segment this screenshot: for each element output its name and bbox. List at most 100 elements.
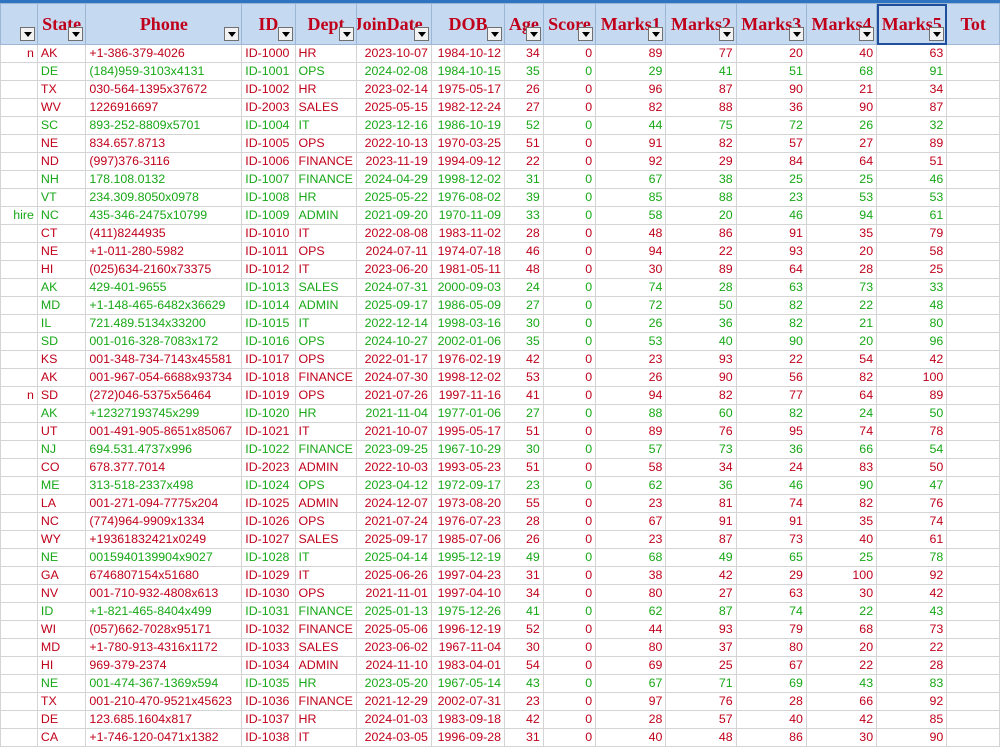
cell-marks5[interactable]: 100	[876, 368, 948, 387]
cell-dob[interactable]: 1975-05-17	[430, 80, 506, 99]
cell-marks4[interactable]: 94	[805, 206, 878, 225]
cell-phone[interactable]: 178.108.0132	[85, 170, 243, 189]
cell-score[interactable]: 0	[542, 440, 597, 459]
cell-marks1[interactable]: 30	[595, 260, 667, 279]
cell-name[interactable]	[0, 98, 38, 117]
cell-joindate[interactable]: 2024-01-03	[356, 710, 432, 729]
cell-state[interactable]: MD	[36, 638, 87, 657]
cell-phone[interactable]: 694.531.4737x996	[85, 440, 243, 459]
cell-id[interactable]: ID-1038	[241, 728, 296, 747]
column-header-marks3[interactable]: Marks3	[735, 3, 807, 45]
cell-phone[interactable]: (025)634-2160x73375	[85, 260, 243, 279]
cell-age[interactable]: 42	[504, 710, 544, 729]
cell-marks4[interactable]: 25	[805, 548, 878, 567]
cell-marks3[interactable]: 46	[735, 206, 807, 225]
cell-marks5[interactable]: 78	[876, 422, 948, 441]
cell-dob[interactable]: 1996-09-28	[430, 728, 506, 747]
cell-dept[interactable]: ADMIN	[294, 458, 358, 477]
cell-age[interactable]: 30	[504, 314, 544, 333]
cell-score[interactable]: 0	[542, 494, 597, 513]
cell-marks4[interactable]: 43	[805, 674, 878, 693]
cell-score[interactable]: 0	[542, 116, 597, 135]
cell-joindate[interactable]: 2024-07-30	[356, 368, 432, 387]
cell-marks3[interactable]: 63	[735, 278, 807, 297]
cell-dob[interactable]: 1972-09-17	[430, 476, 506, 495]
filter-dropdown-icon[interactable]	[339, 27, 355, 41]
cell-name[interactable]	[0, 548, 38, 567]
cell-marks2[interactable]: 28	[665, 278, 737, 297]
cell-name[interactable]	[0, 116, 38, 135]
cell-dob[interactable]: 1986-10-19	[430, 116, 506, 135]
cell-marks1[interactable]: 44	[595, 116, 667, 135]
cell-marks3[interactable]: 36	[735, 98, 807, 117]
cell-score[interactable]: 0	[542, 602, 597, 621]
cell-score[interactable]: 0	[542, 242, 597, 261]
cell-total[interactable]	[946, 548, 1000, 567]
cell-score[interactable]: 0	[542, 62, 597, 81]
cell-marks4[interactable]: 24	[805, 404, 878, 423]
cell-name[interactable]	[0, 170, 38, 189]
cell-name[interactable]	[0, 278, 38, 297]
cell-marks3[interactable]: 22	[735, 350, 807, 369]
cell-marks3[interactable]: 80	[735, 638, 807, 657]
cell-marks1[interactable]: 96	[595, 80, 667, 99]
cell-state[interactable]: WY	[36, 530, 87, 549]
cell-name[interactable]	[0, 638, 38, 657]
cell-marks2[interactable]: 38	[665, 170, 737, 189]
cell-dob[interactable]: 1997-04-23	[430, 566, 506, 585]
cell-score[interactable]: 0	[542, 332, 597, 351]
cell-name[interactable]	[0, 62, 38, 81]
cell-joindate[interactable]: 2022-10-13	[356, 134, 432, 153]
cell-dob[interactable]: 1997-04-10	[430, 584, 506, 603]
cell-marks1[interactable]: 23	[595, 350, 667, 369]
cell-marks2[interactable]: 87	[665, 602, 737, 621]
cell-marks4[interactable]: 40	[805, 44, 878, 63]
cell-age[interactable]: 28	[504, 512, 544, 531]
cell-dept[interactable]: OPS	[294, 386, 358, 405]
cell-marks5[interactable]: 47	[876, 476, 948, 495]
column-header-state[interactable]: State	[36, 3, 87, 45]
cell-marks1[interactable]: 68	[595, 548, 667, 567]
cell-total[interactable]	[946, 458, 1000, 477]
cell-marks5[interactable]: 83	[876, 674, 948, 693]
cell-marks5[interactable]: 50	[876, 458, 948, 477]
cell-state[interactable]: HI	[36, 656, 87, 675]
cell-marks3[interactable]: 90	[735, 332, 807, 351]
filter-dropdown-icon[interactable]	[648, 27, 664, 41]
cell-dob[interactable]: 1976-02-19	[430, 350, 506, 369]
cell-id[interactable]: ID-1024	[241, 476, 296, 495]
cell-score[interactable]: 0	[542, 692, 597, 711]
cell-name[interactable]	[0, 242, 38, 261]
cell-score[interactable]: 0	[542, 530, 597, 549]
cell-marks5[interactable]: 48	[876, 296, 948, 315]
cell-dept[interactable]: IT	[294, 116, 358, 135]
cell-state[interactable]: NE	[36, 674, 87, 693]
cell-total[interactable]	[946, 368, 1000, 387]
cell-total[interactable]	[946, 44, 1000, 63]
cell-marks4[interactable]: 64	[805, 152, 878, 171]
cell-dob[interactable]: 1981-05-11	[430, 260, 506, 279]
cell-id[interactable]: ID-1004	[241, 116, 296, 135]
cell-phone[interactable]: 429-401-9655	[85, 278, 243, 297]
cell-state[interactable]: DE	[36, 62, 87, 81]
cell-state[interactable]: AK	[36, 404, 87, 423]
cell-id[interactable]: ID-1013	[241, 278, 296, 297]
cell-marks5[interactable]: 74	[876, 512, 948, 531]
cell-total[interactable]	[946, 206, 1000, 225]
cell-phone[interactable]: 1226916697	[85, 98, 243, 117]
filter-dropdown-icon[interactable]	[718, 27, 734, 41]
cell-dept[interactable]: OPS	[294, 62, 358, 81]
cell-dept[interactable]: OPS	[294, 350, 358, 369]
cell-marks5[interactable]: 51	[876, 152, 948, 171]
cell-dept[interactable]: OPS	[294, 584, 358, 603]
cell-dept[interactable]: FINANCE	[294, 368, 358, 387]
cell-marks2[interactable]: 73	[665, 440, 737, 459]
cell-marks4[interactable]: 35	[805, 512, 878, 531]
cell-marks2[interactable]: 48	[665, 728, 737, 747]
cell-score[interactable]: 0	[542, 152, 597, 171]
cell-state[interactable]: SC	[36, 116, 87, 135]
cell-name[interactable]	[0, 584, 38, 603]
cell-marks5[interactable]: 58	[876, 242, 948, 261]
cell-state[interactable]: NE	[36, 134, 87, 153]
cell-marks2[interactable]: 71	[665, 674, 737, 693]
